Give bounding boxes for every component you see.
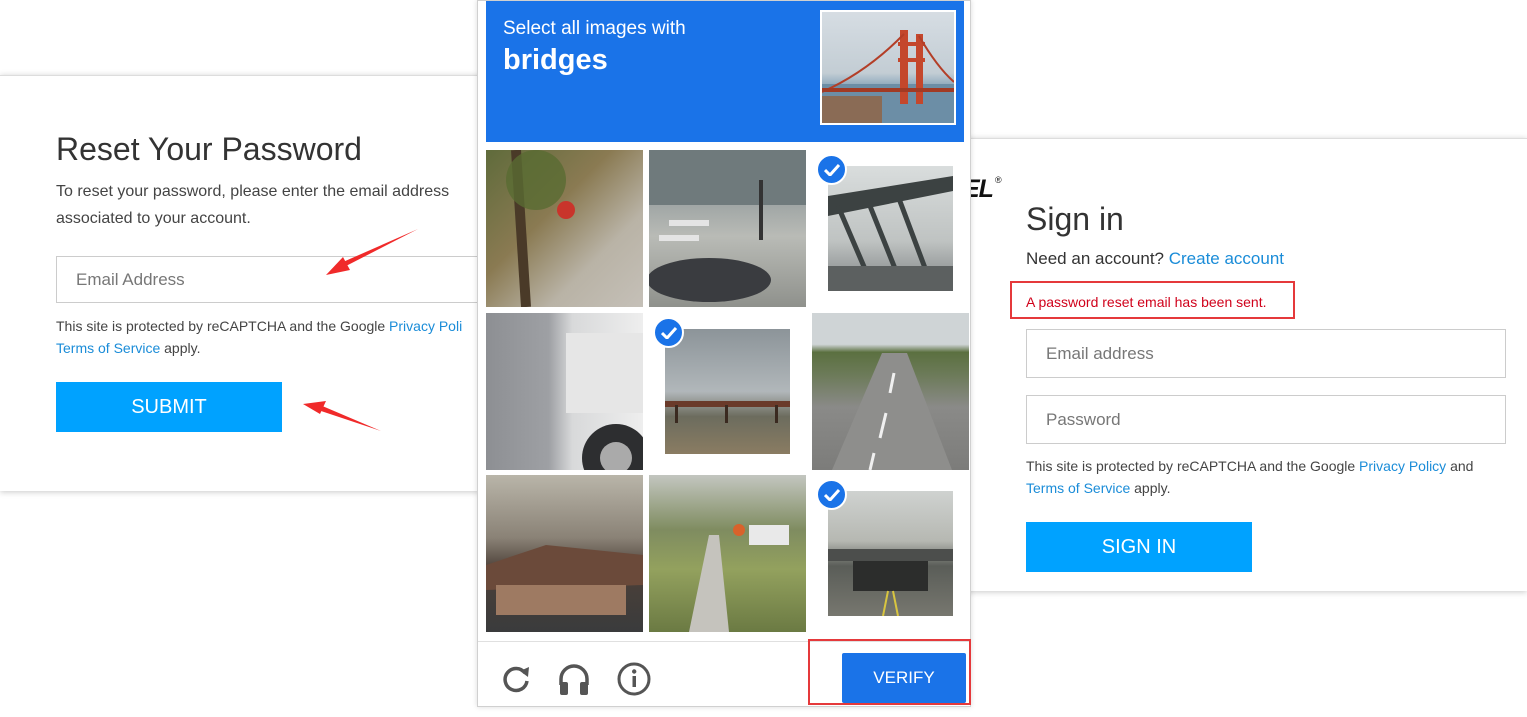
- create-account-link[interactable]: Create account: [1169, 249, 1284, 268]
- info-icon[interactable]: [616, 661, 652, 697]
- captcha-tile-selected[interactable]: [649, 313, 806, 470]
- sign-in-button[interactable]: SIGN IN: [1026, 522, 1252, 572]
- signin-legal-suffix: apply.: [1130, 480, 1171, 496]
- sign-in-card: EL ® Sign in Need an account? Create acc…: [963, 138, 1527, 591]
- tile-image-pier: [665, 329, 790, 454]
- tile-image-tree: [486, 150, 643, 307]
- need-account-line: Need an account? Create account: [1026, 249, 1284, 269]
- tile-image-sidewalk: [649, 475, 806, 632]
- captcha-sample-image: [820, 10, 956, 125]
- sign-in-title: Sign in: [1026, 201, 1124, 237]
- annotation-arrows: [303, 229, 418, 431]
- captcha-tile[interactable]: [649, 475, 806, 632]
- arrow-to-email-icon: [326, 229, 418, 275]
- captcha-tile[interactable]: [486, 475, 643, 632]
- captcha-instruction: Select all images with: [503, 18, 686, 39]
- need-account-text: Need an account?: [1026, 249, 1169, 268]
- captcha-tile-selected[interactable]: [812, 475, 969, 632]
- tile-image-truss-bridge: [828, 166, 953, 291]
- signin-legal-text: This site is protected by reCAPTCHA and …: [1026, 458, 1360, 474]
- sign-in-recaptcha-notice: This site is protected by reCAPTCHA and …: [1026, 455, 1506, 499]
- tile-image-street: [649, 150, 806, 307]
- selected-check-icon: [653, 317, 684, 348]
- sign-in-email-input[interactable]: [1026, 329, 1506, 378]
- signin-legal-and: and: [1446, 458, 1474, 474]
- captcha-tile[interactable]: [486, 313, 643, 470]
- reset-sent-message: A password reset email has been sent.: [1026, 294, 1267, 310]
- audio-icon[interactable]: [556, 661, 592, 697]
- selected-check-icon: [816, 154, 847, 185]
- arrow-to-submit-icon: [303, 401, 381, 431]
- recaptcha-challenge: Select all images with bridges VERIFY: [477, 0, 971, 707]
- captcha-target-word: bridges: [503, 44, 608, 76]
- verify-highlight: [808, 639, 971, 705]
- captcha-tile[interactable]: [486, 150, 643, 307]
- tile-image-truck: [486, 313, 643, 470]
- selected-check-icon: [816, 479, 847, 510]
- signin-privacy-link[interactable]: Privacy Policy: [1359, 458, 1446, 474]
- tile-image-overpass: [828, 491, 953, 616]
- captcha-header: Select all images with bridges: [486, 1, 964, 142]
- brand-registered-mark: ®: [995, 175, 1002, 185]
- signin-terms-link[interactable]: Terms of Service: [1026, 480, 1130, 496]
- reload-icon[interactable]: [498, 661, 534, 697]
- captcha-tile[interactable]: [812, 313, 969, 470]
- sign-in-password-input[interactable]: [1026, 395, 1506, 444]
- tile-image-building: [486, 475, 643, 632]
- captcha-tile[interactable]: [649, 150, 806, 307]
- tile-image-highway: [812, 313, 969, 470]
- captcha-tile-selected[interactable]: [812, 150, 969, 307]
